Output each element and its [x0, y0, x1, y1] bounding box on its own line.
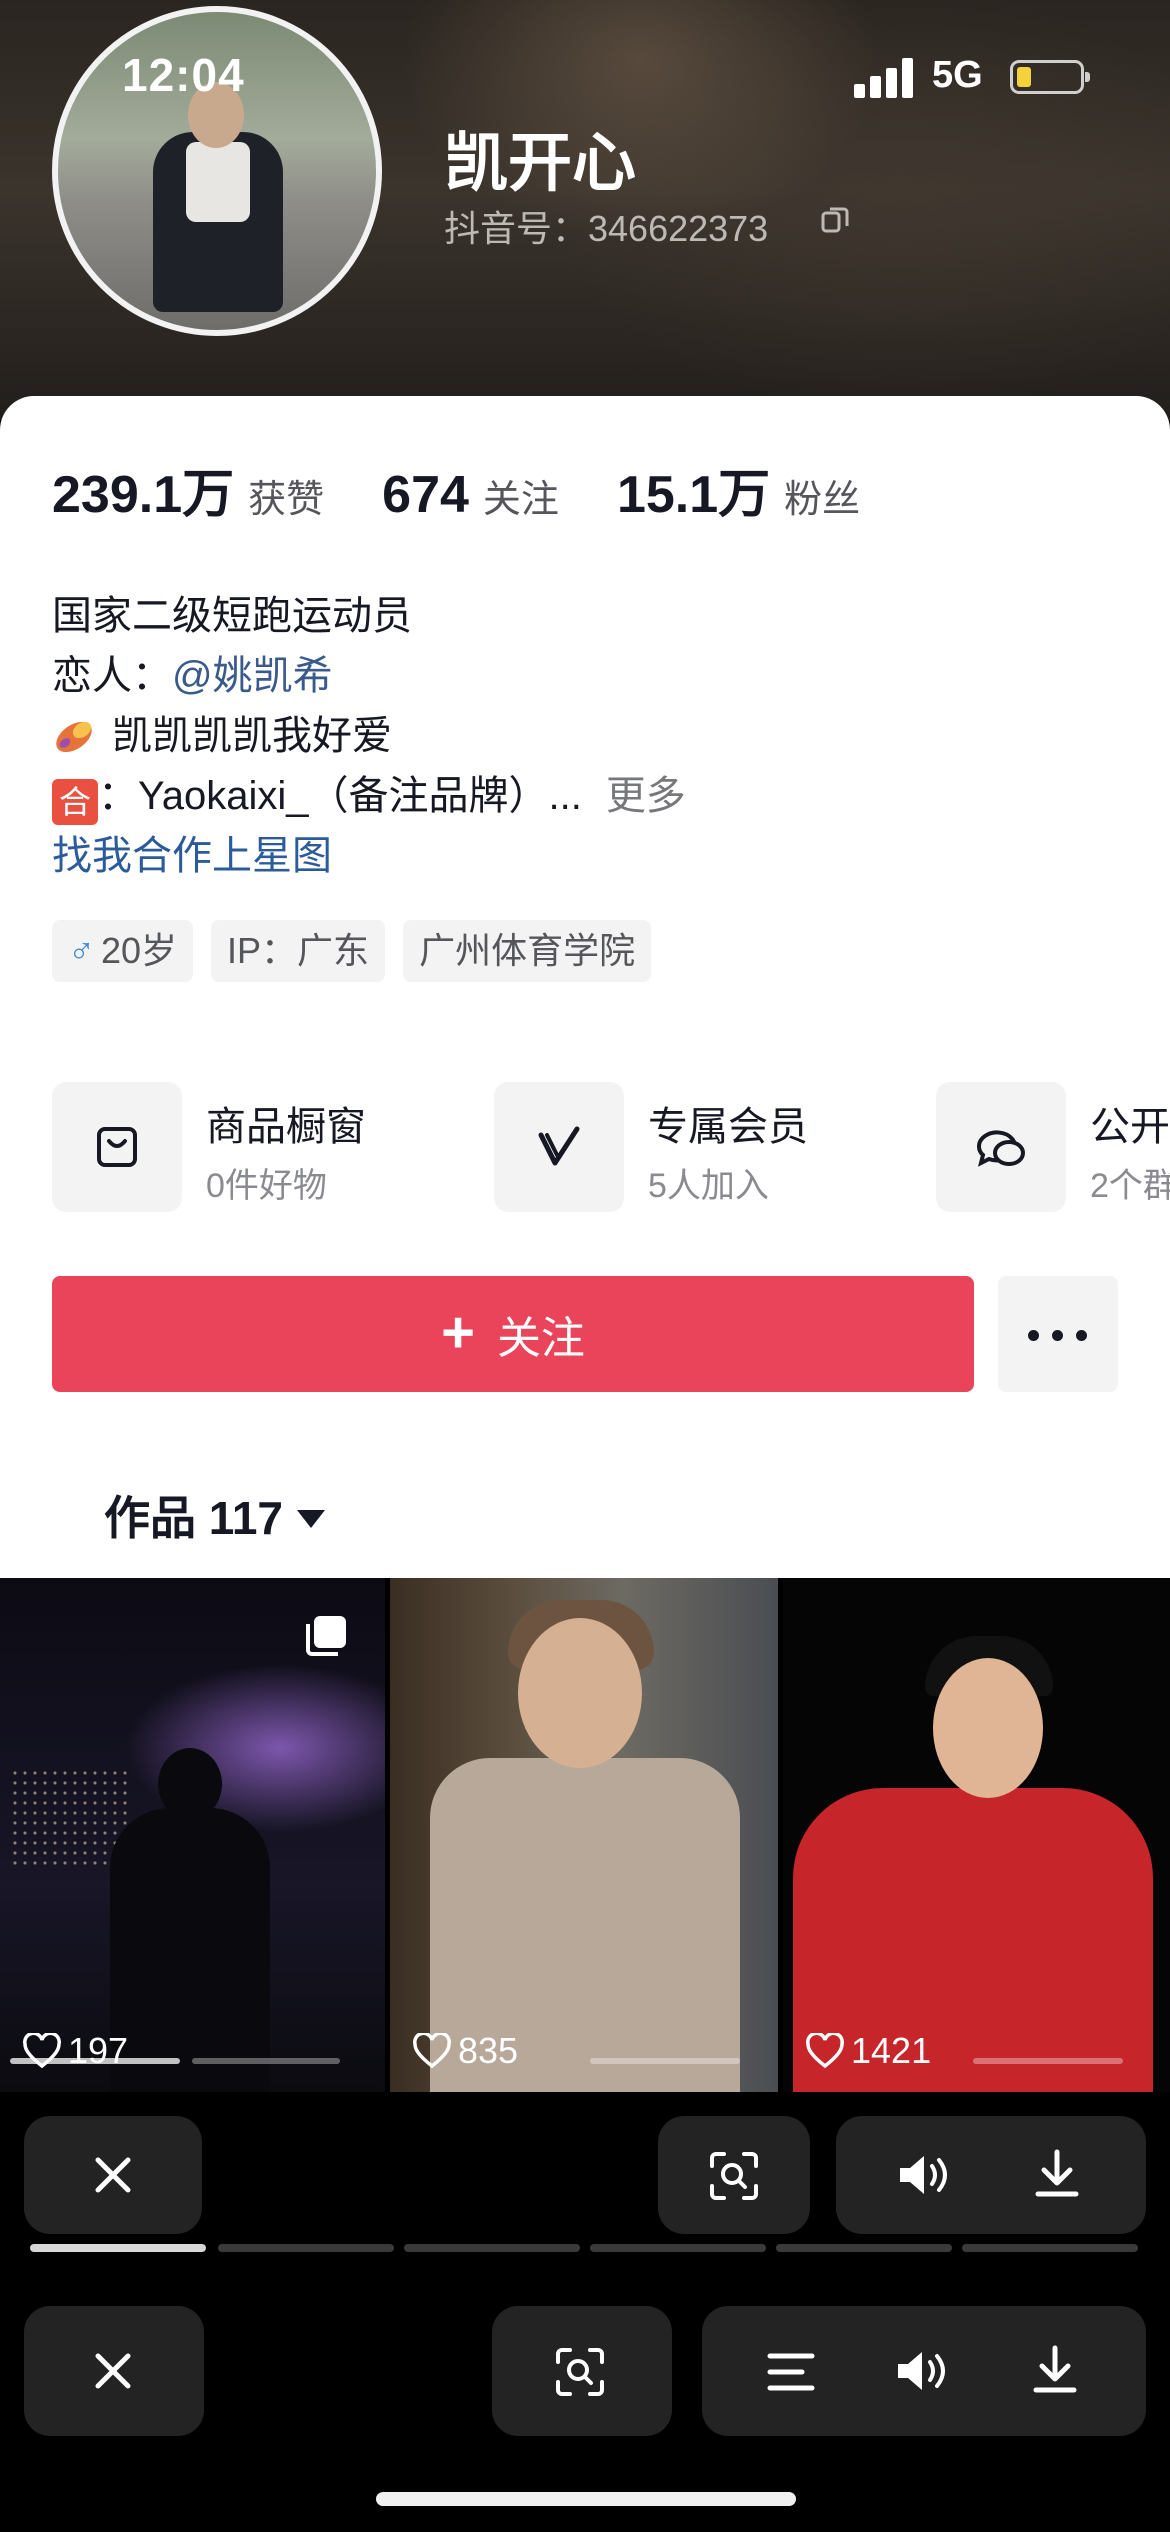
status-time: 12:04 [122, 49, 245, 101]
likes-count: 835 [458, 2030, 519, 2071]
likes-count[interactable]: 239.1万 [52, 452, 234, 527]
video-tile[interactable]: 835 [390, 1578, 778, 2092]
bio-line: 凯凯凯凯我好爱 [52, 706, 1112, 766]
followers-count[interactable]: 15.1万 [617, 452, 770, 527]
service-title: 公开群 [1090, 1105, 1170, 1149]
ip-tag: IP：广东 [211, 920, 386, 982]
scan-button[interactable] [492, 2306, 672, 2436]
video-likes: 1421 [805, 2030, 931, 2072]
likes-count: 1421 [851, 2030, 932, 2071]
service-title: 商品橱窗 [206, 1105, 366, 1149]
age-tag: ♂ 20岁 [52, 920, 194, 982]
signal-icon [854, 58, 916, 98]
caret-down-icon [297, 1510, 325, 1528]
close-button[interactable] [24, 2116, 202, 2234]
services-row: 商品橱窗 0件好物 专属会员 5人加入 公开群 2个群聊 [52, 1082, 1170, 1212]
star-link[interactable]: 找我合作上星图 [52, 826, 1112, 886]
scan-search-icon [556, 2348, 604, 2396]
video-tile[interactable]: 1421 [783, 1578, 1170, 2092]
profile-header: 12:04 5G 凯开心 抖音号：346622373 [0, 0, 1170, 420]
heart-icon [413, 2033, 451, 2069]
bio-partner-label: 恋人： [52, 654, 172, 698]
works-label: 作品 117 [104, 1492, 283, 1544]
story-progress-segment [30, 2244, 206, 2252]
follow-label: 关注 [496, 1314, 585, 1363]
volume-icon[interactable] [894, 2348, 950, 2394]
video-tile[interactable]: 197 [0, 1578, 385, 2092]
tags-row: ♂ 20岁 IP：广东 广州体育学院 [52, 920, 652, 982]
likes-count: 197 [68, 2030, 129, 2071]
mention-link[interactable]: @姚凯希 [172, 654, 333, 698]
follow-button[interactable]: + 关注 [52, 1276, 974, 1392]
video-likes: 835 [412, 2030, 518, 2072]
bio-brand-text: ：Yaokaixi_（备注品牌）... [98, 774, 582, 818]
heart-icon [806, 2033, 844, 2069]
works-tab[interactable]: 作品 117 [104, 1482, 325, 1548]
multi-image-icon [306, 1616, 346, 1656]
bio-line: 恋人：@姚凯希 [52, 646, 1112, 706]
bio: 国家二级短跑运动员 恋人：@姚凯希 凯凯凯凯我好爱 合：Yaokaixi_（备注… [52, 586, 1112, 886]
home-indicator[interactable] [376, 2492, 796, 2506]
download-icon[interactable] [1032, 2148, 1082, 2200]
bag-icon [52, 1082, 182, 1212]
more-dots-icon [1028, 1330, 1039, 1341]
username: 凯开心 [444, 127, 636, 199]
service-subtitle: 0件好物 [206, 1167, 327, 1205]
scan-search-icon [710, 2152, 758, 2200]
bio-line: 国家二级短跑运动员 [52, 594, 412, 638]
service-title: 专属会员 [648, 1105, 808, 1149]
v-icon [494, 1082, 624, 1212]
service-subtitle: 2个群聊 [1090, 1167, 1170, 1205]
bio-line: 合：Yaokaixi_（备注品牌）... 更多 [52, 766, 1112, 826]
audio-download-group [836, 2116, 1146, 2234]
more-options-button[interactable] [998, 1276, 1118, 1392]
service-subtitle: 5人加入 [648, 1167, 769, 1205]
school-tag[interactable]: 广州体育学院 [403, 920, 652, 982]
download-icon[interactable] [1030, 2344, 1080, 2396]
avatar-person-hoodie [186, 142, 250, 222]
following-count[interactable]: 674 [382, 465, 469, 525]
copy-icon[interactable] [820, 204, 850, 234]
volume-icon[interactable] [896, 2152, 952, 2198]
chat-bubbles-icon [936, 1082, 1066, 1212]
likes-label[interactable]: 获赞 [248, 468, 324, 523]
media-controls-top [0, 2092, 1170, 2252]
stats-row: 239.1万 获赞 674 关注 15.1万 粉丝 [52, 452, 918, 525]
age-tag-text: 20岁 [101, 930, 178, 971]
battery-icon [1010, 60, 1090, 94]
profile-card: 239.1万 获赞 674 关注 15.1万 粉丝 国家二级短跑运动员 恋人：@… [0, 396, 1170, 1578]
sweet-potato-icon [56, 721, 92, 753]
bio-more-button[interactable]: 更多 [606, 774, 686, 818]
close-icon [95, 2353, 131, 2389]
bio-text: 凯凯凯凯我好爱 [112, 714, 392, 758]
douyin-id: 抖音号：346622373 [444, 208, 769, 249]
following-label[interactable]: 关注 [483, 468, 559, 523]
male-icon: ♂ [68, 930, 95, 971]
video-grid: 197 835 1421 [0, 1578, 1170, 2092]
scan-button[interactable] [658, 2116, 810, 2234]
menu-audio-download-group [702, 2306, 1146, 2436]
close-button[interactable] [24, 2306, 204, 2436]
video-likes: 197 [22, 2030, 128, 2072]
he-badge-icon: 合 [52, 779, 98, 825]
close-icon [95, 2157, 131, 2193]
network-type: 5G [932, 54, 983, 96]
menu-icon[interactable] [766, 2350, 816, 2394]
followers-label[interactable]: 粉丝 [784, 468, 860, 523]
plus-icon: + [441, 1299, 475, 1365]
media-controls-bottom [0, 2300, 1170, 2440]
video-progress [10, 2058, 180, 2064]
